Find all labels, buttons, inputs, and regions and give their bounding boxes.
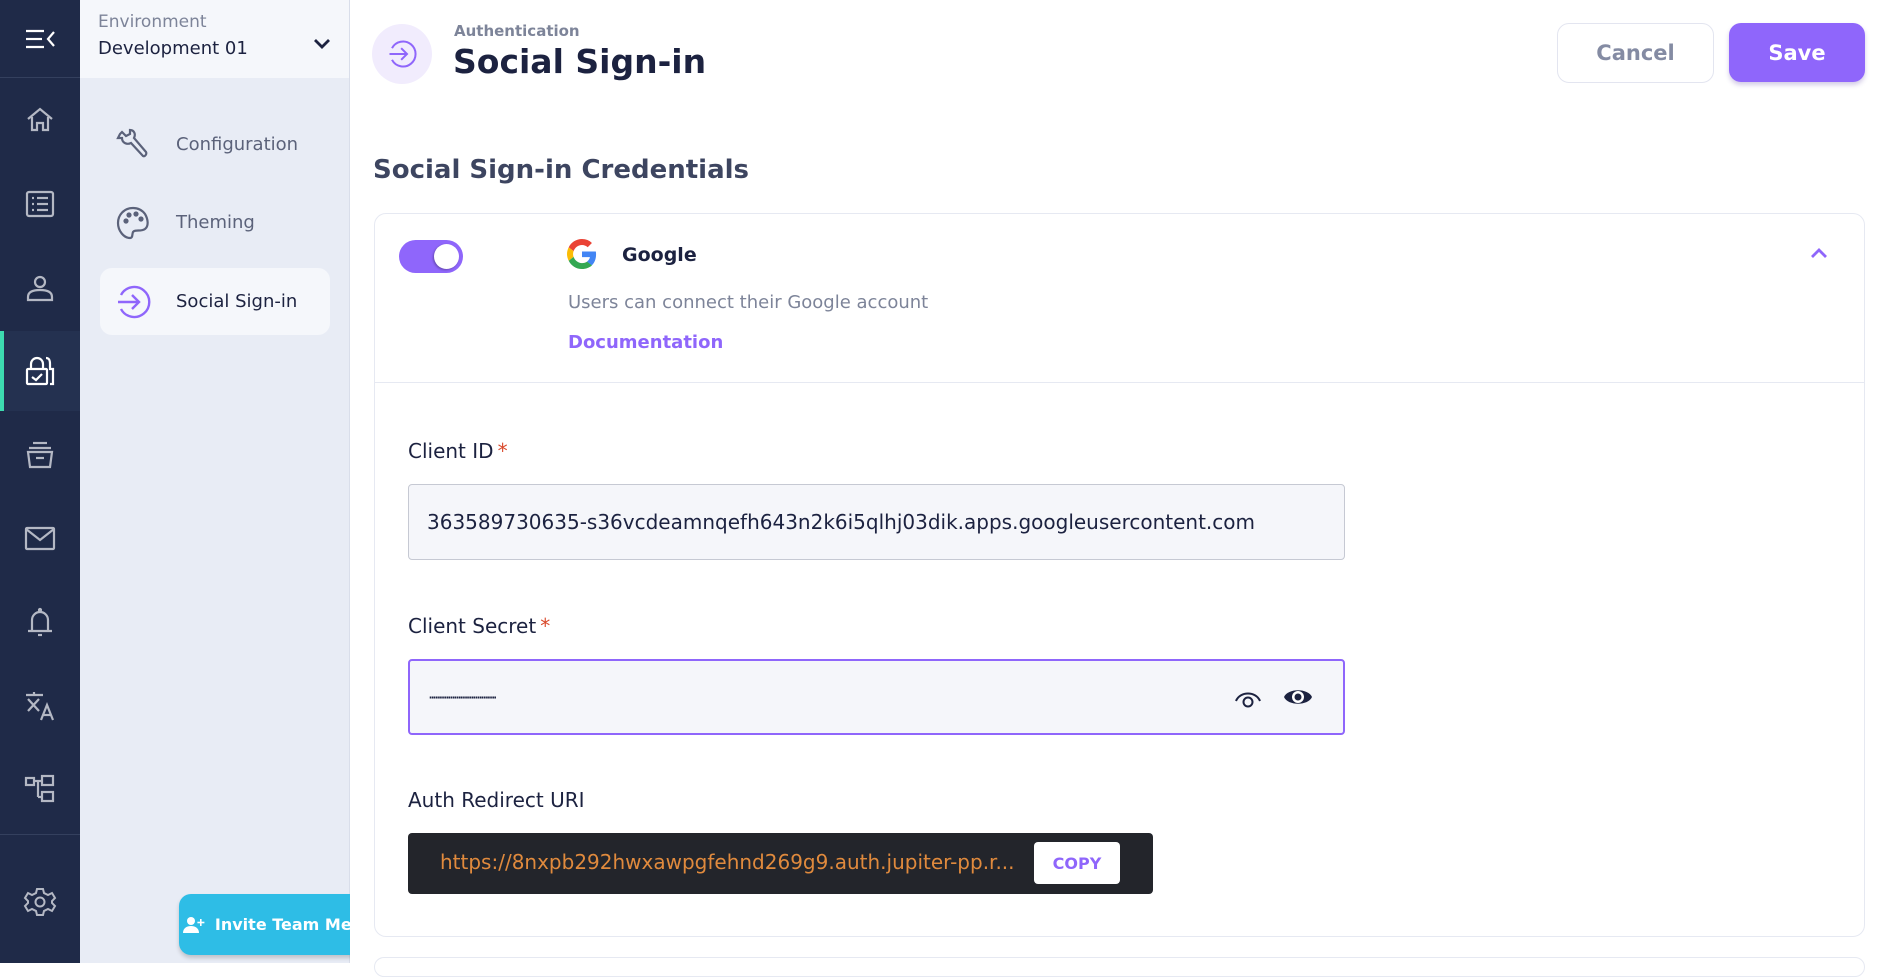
subnav-label: Configuration bbox=[176, 134, 299, 155]
copy-button[interactable]: COPY bbox=[1034, 842, 1120, 884]
provider-description: Users can connect their Google account bbox=[568, 292, 929, 313]
google-provider-card: Google Users can connect their Google ac… bbox=[374, 213, 1865, 937]
add-user-icon bbox=[182, 916, 205, 933]
documentation-link[interactable]: Documentation bbox=[568, 332, 723, 353]
rail-item-localization[interactable] bbox=[0, 666, 80, 746]
rail-item-settings[interactable] bbox=[0, 862, 80, 942]
environment-label: Environment bbox=[98, 12, 207, 32]
client-secret-input[interactable]: ································ bbox=[408, 659, 1345, 735]
secondary-sidebar: Environment Development 01 Configuration… bbox=[80, 0, 412, 963]
client-secret-label-text: Client Secret bbox=[408, 614, 537, 638]
subnav-label: Social Sign-in bbox=[176, 291, 298, 312]
menu-toggle-button[interactable] bbox=[0, 0, 80, 78]
rail-item-users[interactable] bbox=[0, 248, 80, 328]
sign-in-icon bbox=[389, 40, 417, 68]
client-id-value: 363589730635-s36vcdeamnqefh643n2k6i5qlhj… bbox=[427, 510, 1256, 534]
rail-item-hierarchy[interactable] bbox=[0, 749, 80, 829]
environment-value: Development 01 bbox=[98, 38, 248, 59]
environment-selector[interactable]: Environment Development 01 bbox=[80, 0, 349, 78]
translate-icon bbox=[26, 692, 55, 721]
redirect-uri-value: https://8nxpb292hwxawpgfehnd269g9.auth.j… bbox=[440, 850, 1015, 874]
provider-enabled-toggle[interactable] bbox=[399, 240, 463, 273]
client-secret-label: Client Secret * bbox=[408, 614, 550, 638]
redirect-uri-box: https://8nxpb292hwxawpgfehnd269g9.auth.j… bbox=[408, 833, 1153, 894]
archive-icon bbox=[26, 441, 54, 469]
rail-item-authentication[interactable] bbox=[0, 331, 80, 411]
user-icon bbox=[26, 275, 54, 302]
toggle-knob bbox=[434, 244, 459, 269]
section-title: Social Sign-in Credentials bbox=[373, 155, 750, 185]
lock-check-icon bbox=[25, 356, 55, 386]
rail-divider bbox=[0, 834, 80, 835]
client-id-label: Client ID * bbox=[408, 439, 508, 463]
collapse-menu-icon bbox=[26, 29, 55, 48]
mail-icon bbox=[24, 526, 56, 551]
subnav-label: Theming bbox=[176, 212, 255, 233]
client-id-label-text: Client ID bbox=[408, 439, 494, 463]
next-provider-card bbox=[374, 957, 1865, 977]
subnav-item-configuration[interactable]: Configuration bbox=[100, 111, 330, 178]
subnav-item-social-sign-in[interactable]: Social Sign-in bbox=[100, 268, 330, 335]
chevron-up-icon[interactable] bbox=[1810, 247, 1828, 259]
subnav-item-theming[interactable]: Theming bbox=[100, 189, 330, 256]
client-id-input[interactable]: 363589730635-s36vcdeamnqefh643n2k6i5qlhj… bbox=[408, 484, 1345, 560]
rail-item-archive[interactable] bbox=[0, 415, 80, 495]
required-mark: * bbox=[497, 439, 508, 463]
wrench-icon bbox=[115, 127, 151, 163]
redirect-uri-label: Auth Redirect URI bbox=[408, 788, 585, 812]
page-icon bbox=[372, 24, 432, 84]
client-secret-value: ································ bbox=[428, 687, 498, 707]
provider-name: Google bbox=[622, 244, 697, 266]
icon-rail bbox=[0, 0, 80, 963]
breadcrumb[interactable]: Authentication bbox=[454, 22, 580, 40]
main-content: Authentication Social Sign-in Cancel Sav… bbox=[350, 0, 1883, 977]
cancel-button[interactable]: Cancel bbox=[1557, 23, 1714, 83]
required-mark: * bbox=[540, 614, 551, 638]
palette-icon bbox=[115, 205, 151, 241]
page-title: Social Sign-in bbox=[453, 42, 707, 81]
hierarchy-icon bbox=[24, 774, 55, 803]
list-icon bbox=[25, 190, 55, 218]
google-logo-icon bbox=[567, 239, 597, 269]
eye-outline-icon[interactable] bbox=[1233, 687, 1263, 709]
rail-item-home[interactable] bbox=[0, 80, 80, 160]
rail-item-list[interactable] bbox=[0, 164, 80, 244]
rail-item-notifications[interactable] bbox=[0, 582, 80, 662]
chevron-down-icon bbox=[314, 39, 330, 49]
bell-icon bbox=[28, 607, 52, 637]
save-button[interactable]: Save bbox=[1729, 23, 1865, 82]
home-icon bbox=[27, 107, 53, 132]
gear-icon bbox=[23, 888, 57, 916]
sign-in-icon bbox=[115, 284, 151, 320]
rail-item-email[interactable] bbox=[0, 498, 80, 578]
show-password-icon[interactable] bbox=[1283, 685, 1313, 709]
card-divider bbox=[375, 382, 1864, 383]
